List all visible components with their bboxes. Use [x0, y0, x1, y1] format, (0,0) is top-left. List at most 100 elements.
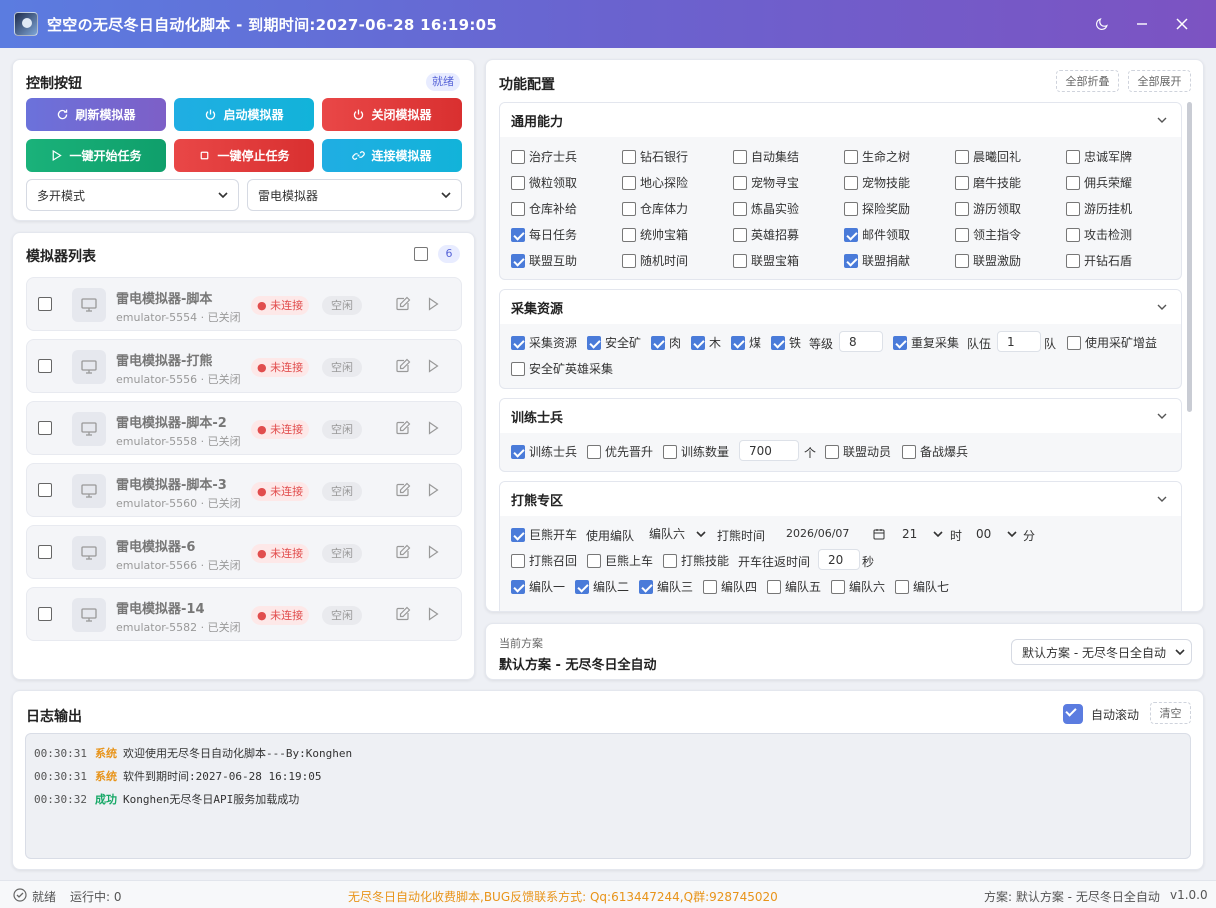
section-gather-header[interactable]: 采集资源	[500, 290, 1181, 324]
general-option-checkbox[interactable]: 探险奖励	[844, 200, 910, 217]
general-option-checkbox[interactable]: 生命之树	[844, 148, 910, 165]
alliance-mobilize-checkbox[interactable]: 联盟动员	[825, 443, 891, 460]
gather-resources-checkbox[interactable]: 采集资源	[511, 334, 577, 351]
edit-icon[interactable]	[395, 606, 411, 622]
scheme-select[interactable]: 默认方案 - 无尽冬日全自动	[1011, 639, 1192, 665]
general-option-checkbox[interactable]: 仓库补给	[511, 200, 577, 217]
play-icon[interactable]	[425, 296, 441, 312]
start-all-tasks-button[interactable]: 一键开始任务	[26, 139, 166, 172]
general-option-checkbox[interactable]: 钻石银行	[622, 148, 688, 165]
bear-team-checkbox[interactable]: 编队二	[575, 578, 629, 595]
repeat-gather-checkbox[interactable]: 重复采集	[893, 334, 959, 351]
emulator-checkbox[interactable]	[38, 297, 52, 311]
refresh-emulator-button[interactable]: 刷新模拟器	[26, 98, 166, 131]
emulator-card[interactable]: 雷电模拟器-打熊 emulator-5556 · 已关闭 ● 未连接 空闲	[26, 339, 462, 393]
general-option-checkbox[interactable]: 联盟激励	[955, 252, 1021, 269]
edit-icon[interactable]	[395, 544, 411, 560]
coal-checkbox[interactable]: 煤	[731, 334, 761, 351]
general-option-checkbox[interactable]: 开钻石盾	[1066, 252, 1132, 269]
general-option-checkbox[interactable]: 邮件领取	[844, 226, 910, 243]
bear-team-checkbox[interactable]: 编队六	[831, 578, 885, 595]
general-option-checkbox[interactable]: 治疗士兵	[511, 148, 577, 165]
safe-mine-hero-checkbox[interactable]: 安全矿英雄采集	[511, 360, 613, 377]
general-option-checkbox[interactable]: 仓库体力	[622, 200, 688, 217]
emulator-card[interactable]: 雷电模拟器-14 emulator-5582 · 已关闭 ● 未连接 空闲	[26, 587, 462, 641]
play-icon[interactable]	[425, 420, 441, 436]
expand-all-button[interactable]: 全部展开	[1128, 70, 1191, 92]
bear-recall-checkbox[interactable]: 打熊召回	[511, 552, 577, 569]
emulator-card[interactable]: 雷电模拟器-脚本-2 emulator-5558 · 已关闭 ● 未连接 空闲	[26, 401, 462, 455]
general-option-checkbox[interactable]: 宠物寻宝	[733, 174, 799, 191]
bear-team-checkbox[interactable]: 编队三	[639, 578, 693, 595]
play-icon[interactable]	[425, 482, 441, 498]
theme-moon-icon[interactable]	[1082, 6, 1122, 42]
general-option-checkbox[interactable]: 联盟捐献	[844, 252, 910, 269]
bear-team-checkbox[interactable]: 编队四	[703, 578, 757, 595]
config-scrollbar[interactable]	[1187, 102, 1192, 412]
emulator-card[interactable]: 雷电模拟器-6 emulator-5566 · 已关闭 ● 未连接 空闲	[26, 525, 462, 579]
close-button[interactable]	[1162, 6, 1202, 42]
general-option-checkbox[interactable]: 晨曦回礼	[955, 148, 1021, 165]
level-input[interactable]: 8	[839, 331, 883, 352]
multi-mode-select[interactable]: 多开模式	[26, 179, 239, 211]
bear-team-select[interactable]: 编队六	[640, 523, 708, 544]
meat-checkbox[interactable]: 肉	[651, 334, 681, 351]
emulator-card[interactable]: 雷电模拟器-脚本-3 emulator-5560 · 已关闭 ● 未连接 空闲	[26, 463, 462, 517]
stop-all-tasks-button[interactable]: 一键停止任务	[174, 139, 314, 172]
general-option-checkbox[interactable]: 随机时间	[622, 252, 688, 269]
train-count-checkbox[interactable]: 训练数量	[663, 443, 729, 460]
safe-mine-checkbox[interactable]: 安全矿	[587, 334, 641, 351]
general-option-checkbox[interactable]: 统帅宝箱	[622, 226, 688, 243]
connect-emulator-button[interactable]: 连接模拟器	[322, 139, 462, 172]
bear-skill-checkbox[interactable]: 打熊技能	[663, 552, 729, 569]
general-option-checkbox[interactable]: 磨牛技能	[955, 174, 1021, 191]
emulator-checkbox[interactable]	[38, 359, 52, 373]
bear-team-checkbox[interactable]: 编队一	[511, 578, 565, 595]
bear-date-input[interactable]: 2026/06/07	[777, 523, 887, 544]
play-icon[interactable]	[425, 358, 441, 374]
general-option-checkbox[interactable]: 攻击检测	[1066, 226, 1132, 243]
clear-log-button[interactable]: 清空	[1150, 702, 1191, 724]
train-count-input[interactable]: 700	[739, 440, 799, 461]
minimize-button[interactable]	[1122, 6, 1162, 42]
general-option-checkbox[interactable]: 宠物技能	[844, 174, 910, 191]
edit-icon[interactable]	[395, 420, 411, 436]
emulator-checkbox[interactable]	[38, 421, 52, 435]
edit-icon[interactable]	[395, 482, 411, 498]
emulator-checkbox[interactable]	[38, 483, 52, 497]
bear-minute-select[interactable]: 00	[967, 523, 1019, 544]
general-option-checkbox[interactable]: 联盟宝箱	[733, 252, 799, 269]
general-option-checkbox[interactable]: 英雄招募	[733, 226, 799, 243]
war-prep-checkbox[interactable]: 备战爆兵	[902, 443, 968, 460]
roundtrip-input[interactable]: 20	[818, 549, 860, 570]
auto-scroll-checkbox[interactable]: 自动滚动	[1063, 704, 1139, 724]
emulator-checkbox[interactable]	[38, 545, 52, 559]
close-emulator-button[interactable]: 关闭模拟器	[322, 98, 462, 131]
section-train-header[interactable]: 训练士兵	[500, 399, 1181, 433]
emulator-checkbox[interactable]	[38, 607, 52, 621]
giant-bear-board-checkbox[interactable]: 巨熊上车	[587, 552, 653, 569]
emulator-card[interactable]: 雷电模拟器-脚本 emulator-5554 · 已关闭 ● 未连接 空闲	[26, 277, 462, 331]
start-emulator-button[interactable]: 启动模拟器	[174, 98, 314, 131]
general-option-checkbox[interactable]: 每日任务	[511, 226, 577, 243]
priority-promote-checkbox[interactable]: 优先晋升	[587, 443, 653, 460]
select-all-checkbox[interactable]	[414, 247, 428, 261]
general-option-checkbox[interactable]: 微粒领取	[511, 174, 577, 191]
collapse-all-button[interactable]: 全部折叠	[1056, 70, 1119, 92]
bear-team-checkbox[interactable]: 编队五	[767, 578, 821, 595]
team-input[interactable]: 1	[997, 331, 1041, 352]
general-option-checkbox[interactable]: 自动集结	[733, 148, 799, 165]
mining-boost-checkbox[interactable]: 使用采矿增益	[1067, 334, 1157, 351]
edit-icon[interactable]	[395, 296, 411, 312]
section-bear-header[interactable]: 打熊专区	[500, 482, 1181, 516]
bear-hour-select[interactable]: 21	[893, 523, 945, 544]
general-option-checkbox[interactable]: 领主指令	[955, 226, 1021, 243]
giant-bear-drive-checkbox[interactable]: 巨熊开车	[511, 526, 577, 543]
section-general-header[interactable]: 通用能力	[500, 103, 1181, 137]
general-option-checkbox[interactable]: 地心探险	[622, 174, 688, 191]
general-option-checkbox[interactable]: 游历领取	[955, 200, 1021, 217]
edit-icon[interactable]	[395, 358, 411, 374]
general-option-checkbox[interactable]: 游历挂机	[1066, 200, 1132, 217]
iron-checkbox[interactable]: 铁	[771, 334, 801, 351]
train-soldiers-checkbox[interactable]: 训练士兵	[511, 443, 577, 460]
